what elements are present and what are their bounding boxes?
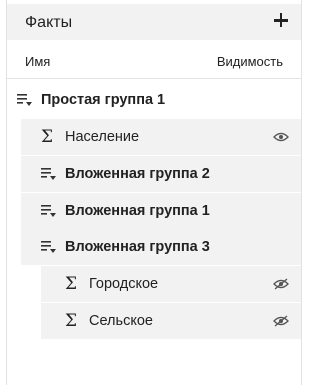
fact-label: Сельское	[89, 313, 153, 329]
group-collapse-icon	[41, 168, 56, 180]
group-label: Вложенная группа 3	[65, 239, 210, 255]
group-collapse-icon	[41, 241, 56, 253]
fact-label: Население	[65, 129, 140, 145]
panel-header: Факты	[7, 4, 301, 40]
group-collapse-icon	[41, 205, 56, 217]
tree-fact-rural[interactable]: Σ Сельское	[41, 303, 301, 339]
fact-label: Городское	[89, 276, 159, 292]
sigma-icon: Σ	[65, 311, 78, 331]
eye-off-icon[interactable]	[273, 315, 289, 327]
column-header: Имя Видимость	[7, 42, 301, 79]
tree-group-nested-1[interactable]: Вложенная группа 1	[21, 193, 301, 229]
group-collapse-icon	[17, 94, 32, 106]
column-visibility-label: Видимость	[216, 54, 283, 69]
tree-group-nested-2[interactable]: Вложенная группа 2	[21, 156, 301, 192]
group-label: Вложенная группа 2	[65, 166, 210, 182]
group-label: Простая группа 1	[41, 92, 166, 108]
panel-title: Факты	[25, 14, 73, 31]
column-name-label: Имя	[25, 54, 51, 69]
group-label: Вложенная группа 1	[65, 203, 210, 219]
plus-icon[interactable]	[271, 10, 291, 32]
sigma-icon: Σ	[41, 127, 54, 147]
tree-fact-population[interactable]: Σ Население	[21, 119, 301, 155]
eye-off-icon[interactable]	[273, 278, 289, 290]
tree-group-nested-3[interactable]: Вложенная группа 3	[21, 229, 301, 265]
tree-fact-urban[interactable]: Σ Городское	[41, 266, 301, 302]
eye-icon[interactable]	[273, 131, 289, 143]
sigma-icon: Σ	[65, 274, 78, 294]
facts-panel: Факты Имя Видимость Простая группа 1 Σ Н…	[6, 0, 302, 385]
tree-group-simple-1[interactable]: Простая группа 1	[7, 82, 287, 118]
